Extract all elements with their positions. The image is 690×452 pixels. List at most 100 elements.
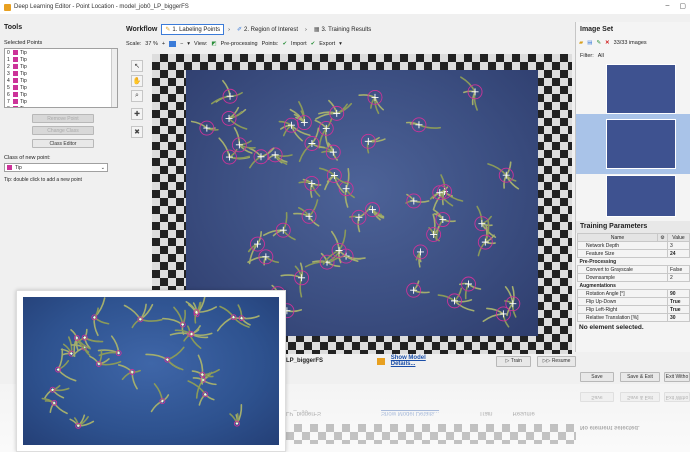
- param-value[interactable]: 90: [667, 289, 690, 298]
- zoom-in-icon[interactable]: +: [162, 41, 165, 47]
- leaf: [228, 117, 248, 130]
- seedling: [482, 306, 511, 328]
- point-list-item[interactable]: 3 Tip: [5, 70, 117, 77]
- hint-text: Tip: double click to add a new point: [4, 177, 82, 183]
- point-index: 8: [5, 106, 13, 108]
- chevron-down-icon[interactable]: ▾: [339, 41, 342, 47]
- save-exit-button[interactable]: Save & Exit: [620, 372, 660, 382]
- leaf: [70, 329, 78, 339]
- show-model-details-link[interactable]: Show Model Details...: [391, 355, 450, 367]
- train-label: Train: [510, 358, 522, 364]
- point-list-item[interactable]: 5 Tip: [5, 84, 117, 91]
- tab-region-of-interest[interactable]: ✐ 2. Region of Interest: [234, 25, 301, 34]
- tab-labeling-points[interactable]: ✎ 1. Labeling Points: [161, 24, 225, 35]
- point-list-item[interactable]: 7 Tip: [5, 98, 117, 105]
- chevron-down-icon: ⌄: [100, 164, 105, 171]
- inset-seedlings: [41, 295, 260, 429]
- thumbnail-1[interactable]: [606, 64, 676, 114]
- selected-points-list[interactable]: 0Tip1Tip2Tip3Tip4Tip5Tip6Tip7Tip8Tip: [4, 48, 118, 108]
- col-name: Name: [577, 233, 658, 242]
- point-label: Tip: [20, 49, 27, 56]
- edit-icon[interactable]: ✎: [596, 40, 601, 46]
- train-button[interactable]: ▷ Train: [496, 355, 532, 367]
- param-row[interactable]: Convert to Grayscale False: [577, 265, 690, 274]
- param-row[interactable]: Rotation Angle [°] 90: [577, 289, 690, 298]
- point-list-item[interactable]: 1 Tip: [5, 56, 117, 63]
- point-list-item[interactable]: 0 Tip: [5, 49, 117, 56]
- param-value[interactable]: True: [667, 297, 690, 306]
- param-value[interactable]: False: [667, 265, 690, 274]
- minimize-button[interactable]: –: [665, 2, 669, 10]
- model-folder-icon[interactable]: [377, 357, 385, 365]
- thumbnail-3[interactable]: [606, 175, 676, 217]
- pan-tool-icon[interactable]: ✋: [131, 75, 143, 87]
- checker-reflection: [286, 424, 576, 444]
- points-scrollbar[interactable]: [111, 49, 117, 107]
- point-index: 1: [7, 56, 10, 63]
- param-row[interactable]: Network Depth 3: [577, 241, 690, 250]
- param-value[interactable]: 3: [667, 241, 690, 250]
- remove-point-button[interactable]: Remove Point: [32, 114, 94, 123]
- param-value[interactable]: 2: [667, 273, 690, 282]
- param-value[interactable]: True: [667, 305, 690, 314]
- seedling: [69, 414, 95, 429]
- seedling: [405, 117, 442, 133]
- resume-button[interactable]: ▷▷ Resume: [537, 355, 576, 367]
- filter-value[interactable]: All: [598, 53, 604, 59]
- zoom-tool-icon[interactable]: ⌕: [131, 90, 143, 102]
- param-value[interactable]: 30: [667, 313, 690, 322]
- zoom-out-icon[interactable]: −: [180, 41, 183, 47]
- point-list-item[interactable]: 2 Tip: [5, 63, 117, 70]
- change-class-button[interactable]: Change Class: [32, 126, 94, 135]
- class-color-swatch: [7, 165, 12, 170]
- seedling: [190, 120, 219, 136]
- leaf: [121, 371, 133, 381]
- seedling: [70, 329, 91, 358]
- col-value: Value: [667, 233, 690, 242]
- settings-icon[interactable]: ⚙: [657, 233, 668, 242]
- point-list-item[interactable]: 8 Tip: [5, 105, 117, 108]
- point-cross: [415, 121, 423, 129]
- param-row[interactable]: Flip Up-Down True: [577, 297, 690, 306]
- maximize-button[interactable]: ▢: [679, 2, 686, 10]
- add-image-icon[interactable]: ▤: [587, 40, 592, 46]
- point-list-item[interactable]: 4 Tip: [5, 77, 117, 84]
- scale-value[interactable]: 37 %: [145, 41, 158, 47]
- select-tool-icon[interactable]: ↖: [131, 60, 143, 72]
- save-button-reflection: Save: [580, 392, 614, 402]
- param-row[interactable]: Feature Size 24: [577, 249, 690, 258]
- add-point-tool-icon[interactable]: ✚: [131, 108, 143, 120]
- tab-training-results[interactable]: ▦ 3. Training Results: [311, 25, 374, 34]
- remove-point-tool-icon[interactable]: ✖: [131, 126, 143, 138]
- exit-without-button[interactable]: Exit Witho: [664, 372, 690, 382]
- param-row[interactable]: Relative Translation [%] 30: [577, 313, 690, 322]
- point-color-swatch: [13, 99, 18, 104]
- view-value[interactable]: Pre-processing: [221, 41, 258, 47]
- point-list-item[interactable]: 6 Tip: [5, 91, 117, 98]
- tab-label: 3. Training Results: [321, 26, 372, 33]
- import-button[interactable]: Import: [291, 41, 307, 47]
- leaf: [249, 155, 262, 169]
- folder-icon[interactable]: ▰: [579, 40, 583, 46]
- param-row[interactable]: Flip Left-Right True: [577, 305, 690, 314]
- param-value[interactable]: 24: [667, 249, 690, 258]
- delete-icon[interactable]: ✕: [605, 40, 610, 46]
- seedling: [43, 384, 70, 400]
- thumbnail-2[interactable]: [606, 119, 676, 169]
- point-label: Tip: [20, 70, 27, 77]
- chevron-down-icon[interactable]: ▾: [187, 41, 190, 47]
- class-select[interactable]: Tip ⌄: [4, 163, 108, 172]
- class-new-point-label: Class of new point:: [4, 155, 51, 161]
- seedling: [426, 213, 442, 242]
- leaf: [412, 280, 420, 292]
- save-button[interactable]: Save: [580, 372, 614, 382]
- seedling: [477, 219, 496, 257]
- image-set-header: Image Set: [580, 26, 614, 33]
- class-editor-button[interactable]: Class Editor: [32, 139, 94, 148]
- param-row[interactable]: Downsample 2: [577, 273, 690, 282]
- seedling: [433, 209, 456, 241]
- export-button[interactable]: Export: [319, 41, 335, 47]
- fit-icon[interactable]: [169, 41, 177, 47]
- details-reflection: Show Model Details...: [381, 410, 440, 416]
- seedling: [365, 202, 385, 221]
